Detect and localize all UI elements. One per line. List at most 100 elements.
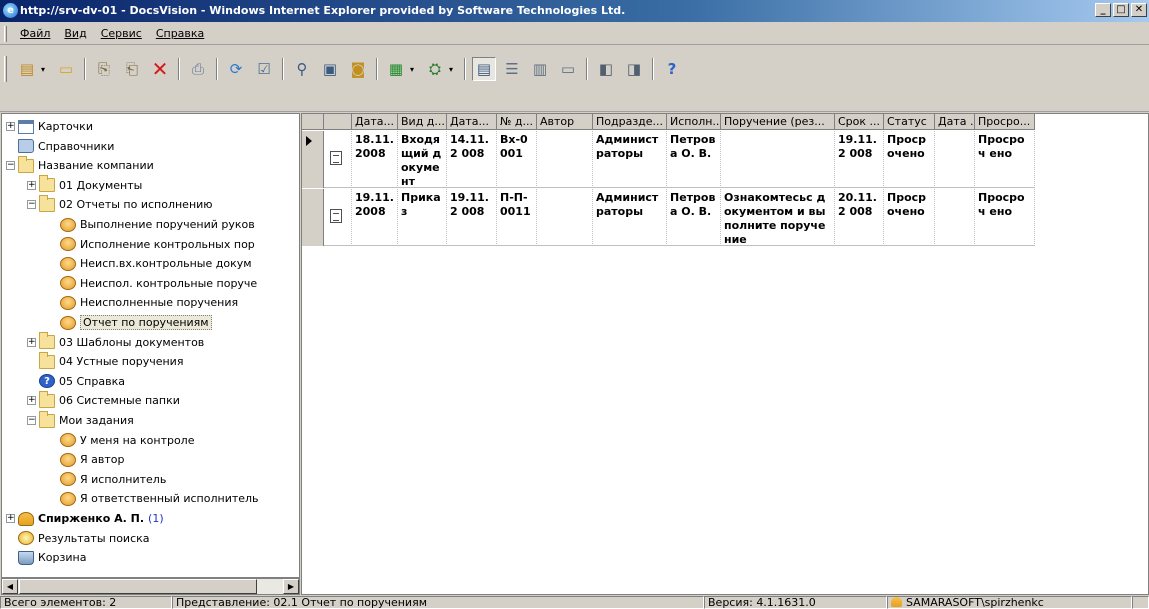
menu-service[interactable]: Сервис	[94, 25, 149, 42]
help-icon[interactable]: ?	[660, 57, 684, 81]
tree-item[interactable]: Корзина	[6, 548, 86, 567]
column-header[interactable]: Просро...	[975, 114, 1035, 130]
tree-item-label: 04 Устные поручения	[59, 355, 184, 369]
delete-icon[interactable]: ✕	[148, 57, 172, 81]
user-icon	[18, 511, 34, 526]
menu-file[interactable]: Файл	[13, 25, 57, 42]
status-user-label: SAMARASOFT\spirzhenkc	[906, 596, 1044, 609]
tree-horizontal-scrollbar[interactable]: ◀ ▶	[1, 578, 300, 595]
resize-grip-icon[interactable]	[1132, 596, 1149, 609]
tree-item[interactable]: − Название компании	[6, 155, 154, 175]
expand-icon[interactable]: +	[6, 122, 15, 131]
find-folder-icon[interactable]: ◙	[346, 57, 370, 81]
collapse-icon[interactable]: −	[27, 200, 36, 210]
close-button[interactable]: ✕	[1131, 3, 1147, 17]
column-header[interactable]: Статус	[884, 114, 935, 130]
tree-item[interactable]: Справочники	[6, 137, 114, 156]
column-header[interactable]: Дата ...	[935, 114, 975, 130]
table-cell: Админист раторы	[593, 131, 667, 188]
print-icon[interactable]: ⎙	[186, 57, 210, 81]
properties-icon[interactable]: ☑	[252, 57, 276, 81]
find-card-icon[interactable]: ▣	[318, 57, 342, 81]
collapse-icon[interactable]: −	[27, 416, 36, 425]
export-dropdown-icon[interactable]: ▾	[410, 65, 418, 74]
scroll-right-icon[interactable]: ▶	[283, 579, 299, 594]
scroll-thumb[interactable]	[19, 579, 257, 594]
search-icon[interactable]: ⚲	[290, 57, 314, 81]
tree-item[interactable]: Исполнение контрольных пор	[48, 235, 255, 254]
row-selector[interactable]	[302, 131, 324, 188]
table-row[interactable]: 19.11. 2008 Приказ 19.11.2 008 П-П- 0011 Адм…	[302, 189, 1035, 246]
collapse-icon[interactable]: −	[6, 161, 15, 171]
tree-item[interactable]: Выполнение поручений руков	[48, 215, 255, 234]
cards-grid: Дата... Вид д... Дата... № д... Автор Подразд…	[301, 113, 1149, 595]
tree-item[interactable]: + Спирженко А. П. (1)	[6, 509, 164, 528]
column-header[interactable]	[324, 114, 352, 130]
row-type-cell	[324, 189, 352, 246]
report-icon	[60, 295, 76, 310]
tree-item[interactable]: Я исполнитель	[48, 470, 166, 489]
tree-item[interactable]: +03 Шаблоны документов	[27, 332, 204, 352]
expand-icon[interactable]: +	[27, 396, 36, 406]
paste-icon[interactable]: ⎗	[120, 57, 144, 81]
folder-icon	[39, 351, 55, 369]
tree-item[interactable]: Я автор	[48, 450, 124, 469]
new-card-dropdown-icon[interactable]: ▾	[41, 65, 49, 74]
tree-item[interactable]: ? 05 Справка	[27, 372, 125, 391]
new-card-icon[interactable]: ▤	[15, 57, 39, 81]
tree-view-icon[interactable]: ▤	[472, 57, 496, 81]
expand-icon[interactable]: +	[27, 337, 36, 347]
table-cell: Просроч ено	[975, 131, 1035, 188]
expand-icon[interactable]: +	[6, 514, 15, 523]
tree-item[interactable]: + Карточки	[6, 117, 93, 136]
tree-item[interactable]: Результаты поиска	[6, 529, 150, 548]
column-header[interactable]: Срок ...	[835, 114, 884, 130]
tree-item[interactable]: 04 Устные поручения	[27, 351, 184, 371]
tree-item[interactable]: Я ответственный исполнитель	[48, 489, 259, 508]
toolbar-separator	[652, 58, 654, 80]
export-excel-icon[interactable]: ▦	[384, 57, 408, 81]
tree-item[interactable]: У меня на контроле	[48, 431, 195, 450]
new-folder-icon[interactable]: ▭	[54, 57, 78, 81]
column-header[interactable]: Вид д...	[398, 114, 447, 130]
tree-item[interactable]: Отчет по поручениям	[48, 313, 212, 332]
table-view-icon[interactable]: ▥	[528, 57, 552, 81]
tree-item[interactable]: Неисполненные поручения	[48, 293, 238, 312]
row-selector[interactable]	[302, 189, 324, 246]
title-bar: e http://srv-dv-01 - DocsVision - Window…	[0, 0, 1149, 22]
maximize-button[interactable]: □	[1113, 3, 1129, 17]
scroll-left-icon[interactable]: ◀	[2, 579, 18, 594]
tree-item[interactable]: Неисп.вх.контрольные докум	[48, 254, 252, 273]
menu-help[interactable]: Справка	[149, 25, 211, 42]
table-cell: 19.11.2 008	[835, 131, 884, 188]
menu-view[interactable]: Вид	[57, 25, 93, 42]
tree-item[interactable]: Неиспол. контрольные поруче	[48, 274, 257, 293]
table-row[interactable]: 18.11. 2008 Входя щий докуме нт 14.11.2 00…	[302, 131, 1035, 188]
tree-item[interactable]: − 02 Отчеты по исполнению	[27, 194, 213, 214]
expand-icon[interactable]: +	[27, 180, 36, 190]
column-header[interactable]: Исполн...	[667, 114, 721, 130]
toolbar-separator	[586, 58, 588, 80]
copy-icon[interactable]: ⎘	[92, 57, 116, 81]
column-header[interactable]: № д...	[497, 114, 537, 130]
panel-right-icon[interactable]: ◨	[622, 57, 646, 81]
column-header[interactable]: Дата...	[447, 114, 497, 130]
tree-item-label: Выполнение поручений руков	[80, 218, 255, 231]
tree-item[interactable]: +01 Документы	[27, 175, 142, 195]
minimize-button[interactable]: _	[1095, 3, 1111, 17]
refresh-icon[interactable]: ⟳	[224, 57, 248, 81]
column-header[interactable]: Подразде...	[593, 114, 667, 130]
list-view-icon[interactable]: ☰	[500, 57, 524, 81]
column-header[interactable]	[302, 114, 324, 130]
tree-item[interactable]: +06 Системные папки	[27, 390, 180, 410]
panel-left-icon[interactable]: ◧	[594, 57, 618, 81]
report-icon	[60, 237, 76, 252]
filter-dropdown-icon[interactable]: ▾	[449, 65, 457, 74]
column-header[interactable]: Дата...	[352, 114, 398, 130]
column-header[interactable]: Поручение (рез...	[721, 114, 835, 130]
preview-icon[interactable]: ▭	[556, 57, 580, 81]
column-header[interactable]: Автор	[537, 114, 593, 130]
tree-item[interactable]: − Мои задания	[27, 410, 134, 430]
table-cell: Петрова О. В.	[667, 131, 721, 188]
filter-icon[interactable]: ⛭	[423, 57, 447, 81]
